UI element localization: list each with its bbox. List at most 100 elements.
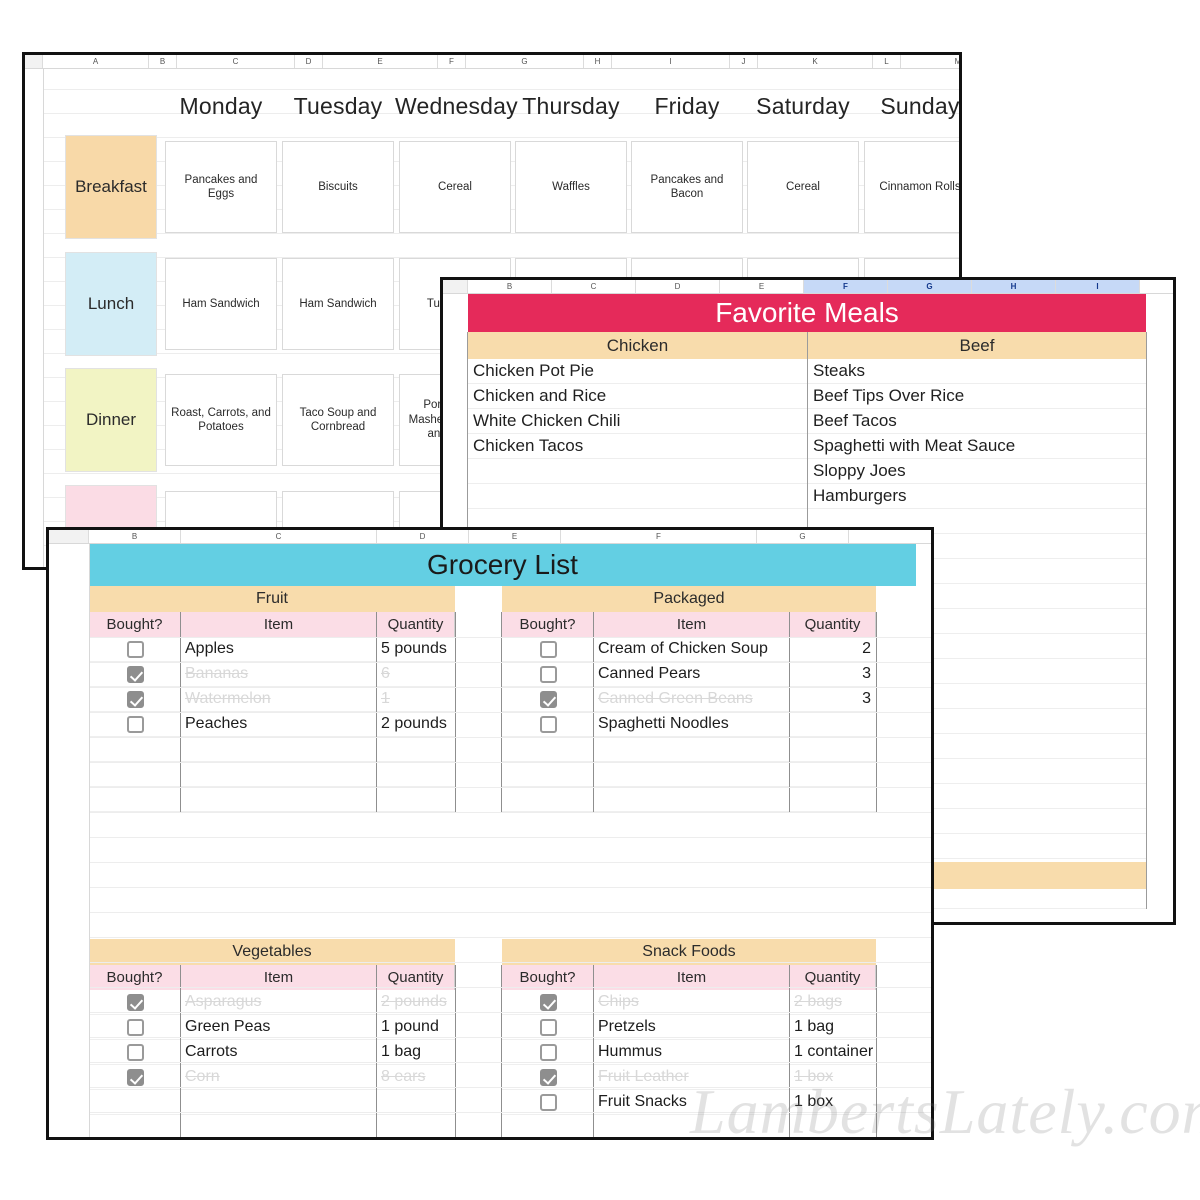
grocery-quantity-cell[interactable]: 3 bbox=[790, 687, 876, 712]
planner-cell-breakfast-monday[interactable]: Pancakes and Eggs bbox=[165, 141, 277, 233]
favorites-item-beef[interactable]: Sloppy Joes bbox=[808, 459, 1146, 484]
column-header-d[interactable]: D bbox=[295, 55, 323, 68]
grocery-quantity-cell[interactable] bbox=[790, 712, 876, 737]
grocery-quantity-cell[interactable] bbox=[377, 787, 455, 812]
column-header-e[interactable]: E bbox=[720, 280, 804, 293]
column-header-b[interactable]: B bbox=[149, 55, 177, 68]
checkbox-unchecked[interactable] bbox=[539, 640, 557, 658]
column-header-h[interactable]: H bbox=[972, 280, 1056, 293]
grocery-item-cell[interactable]: Cream of Chicken Soup bbox=[594, 637, 790, 662]
column-header-f[interactable]: F bbox=[561, 530, 757, 543]
grocery-item-cell[interactable]: Peaches bbox=[181, 712, 377, 737]
grocery-quantity-cell[interactable]: 2 pounds bbox=[377, 712, 455, 737]
checkbox-unchecked[interactable] bbox=[539, 1093, 557, 1111]
column-header-j[interactable]: J bbox=[730, 55, 758, 68]
favorites-column-headers[interactable]: BCDEFGHI bbox=[443, 280, 1173, 294]
column-header-d[interactable]: D bbox=[377, 530, 469, 543]
planner-cell-dinner-tuesday[interactable]: Taco Soup and Cornbread bbox=[282, 374, 394, 466]
planner-column-headers[interactable]: ABCDEFGHIJKLMNOP bbox=[25, 55, 959, 69]
checkbox-checked[interactable] bbox=[126, 1068, 144, 1086]
grocery-quantity-cell[interactable] bbox=[790, 762, 876, 787]
grocery-item-cell[interactable] bbox=[594, 762, 790, 787]
column-header-d[interactable]: D bbox=[636, 280, 720, 293]
checkbox-checked[interactable] bbox=[539, 1068, 557, 1086]
favorites-empty-row[interactable] bbox=[468, 459, 807, 484]
grocery-item-cell[interactable]: Watermelon bbox=[181, 687, 377, 712]
checkbox-unchecked[interactable] bbox=[126, 1043, 144, 1061]
checkbox-checked[interactable] bbox=[126, 665, 144, 683]
checkbox-unchecked[interactable] bbox=[539, 1043, 557, 1061]
grocery-quantity-cell[interactable] bbox=[790, 787, 876, 812]
column-header-h[interactable]: H bbox=[584, 55, 612, 68]
column-header-b[interactable]: B bbox=[468, 280, 552, 293]
grocery-item-cell[interactable] bbox=[594, 737, 790, 762]
column-header-g[interactable]: G bbox=[466, 55, 584, 68]
column-header-e[interactable]: E bbox=[469, 530, 561, 543]
grocery-column-headers[interactable]: BCDEFG bbox=[49, 530, 931, 544]
favorites-item-beef[interactable]: Hamburgers bbox=[808, 484, 1146, 509]
grocery-quantity-cell[interactable]: 1 bbox=[377, 687, 455, 712]
checkbox-checked[interactable] bbox=[126, 993, 144, 1011]
grocery-item-cell[interactable]: Spaghetti Noodles bbox=[594, 712, 790, 737]
planner-cell-breakfast-tuesday[interactable]: Biscuits bbox=[282, 141, 394, 233]
column-header-b[interactable]: B bbox=[89, 530, 181, 543]
favorites-item-chicken[interactable]: Chicken Pot Pie bbox=[468, 359, 807, 384]
column-header-c[interactable]: C bbox=[181, 530, 377, 543]
favorites-item-beef[interactable]: Beef Tips Over Rice bbox=[808, 384, 1146, 409]
planner-cell-breakfast-saturday[interactable]: Cereal bbox=[747, 141, 859, 233]
favorites-item-beef[interactable]: Steaks bbox=[808, 359, 1146, 384]
planner-cell-breakfast-sunday[interactable]: Cinnamon Rolls bbox=[864, 141, 959, 233]
checkbox-unchecked[interactable] bbox=[126, 1018, 144, 1036]
grocery-item-cell[interactable]: Apples bbox=[181, 637, 377, 662]
column-header-i[interactable]: I bbox=[612, 55, 730, 68]
column-header-l[interactable]: L bbox=[873, 55, 901, 68]
grocery-item-cell[interactable]: Canned Pears bbox=[594, 662, 790, 687]
planner-cell-breakfast-wednesday[interactable]: Cereal bbox=[399, 141, 511, 233]
grocery-quantity-cell[interactable]: 3 bbox=[790, 662, 876, 687]
column-header-k[interactable]: K bbox=[758, 55, 873, 68]
checkbox-unchecked[interactable] bbox=[126, 715, 144, 733]
checkbox-checked[interactable] bbox=[126, 690, 144, 708]
checkbox-unchecked[interactable] bbox=[539, 1018, 557, 1036]
grocery-item-cell[interactable] bbox=[181, 737, 377, 762]
grocery-quantity-cell[interactable] bbox=[377, 762, 455, 787]
column-header-g[interactable]: G bbox=[888, 280, 972, 293]
favorites-item-chicken[interactable]: White Chicken Chili bbox=[468, 409, 807, 434]
checkbox-checked[interactable] bbox=[539, 993, 557, 1011]
planner-cell-dinner-monday[interactable]: Roast, Carrots, and Potatoes bbox=[165, 374, 277, 466]
grocery-quantity-cell[interactable]: 6 bbox=[377, 662, 455, 687]
favorites-item-beef[interactable]: Beef Tacos bbox=[808, 409, 1146, 434]
column-header-g[interactable]: G bbox=[757, 530, 849, 543]
checkbox-checked[interactable] bbox=[539, 690, 557, 708]
checkbox-unchecked[interactable] bbox=[539, 665, 557, 683]
planner-cell-breakfast-friday[interactable]: Pancakes and Bacon bbox=[631, 141, 743, 233]
grocery-quantity-cell[interactable] bbox=[377, 737, 455, 762]
grocery-quantity-cell[interactable]: 5 pounds bbox=[377, 637, 455, 662]
column-header-i[interactable]: I bbox=[1056, 280, 1140, 293]
planner-cell-lunch-tuesday[interactable]: Ham Sandwich bbox=[282, 258, 394, 350]
column-header-f[interactable]: F bbox=[438, 55, 466, 68]
grocery-item-cell[interactable]: Canned Green Beans bbox=[594, 687, 790, 712]
grocery-cell-divider bbox=[455, 965, 456, 1137]
column-header-m[interactable]: M bbox=[901, 55, 959, 68]
column-header-c[interactable]: C bbox=[177, 55, 295, 68]
favorites-item-chicken[interactable]: Chicken and Rice bbox=[468, 384, 807, 409]
grocery-item-cell[interactable] bbox=[594, 787, 790, 812]
planner-cell-lunch-monday[interactable]: Ham Sandwich bbox=[165, 258, 277, 350]
planner-cell-breakfast-thursday[interactable]: Waffles bbox=[515, 141, 627, 233]
grocery-item-cell[interactable] bbox=[181, 787, 377, 812]
grocery-item-cell[interactable] bbox=[181, 762, 377, 787]
grocery-list-window[interactable]: BCDEFG Grocery List Fruit Bought? Item Quan… bbox=[46, 527, 934, 1140]
grocery-quantity-cell[interactable]: 2 bbox=[790, 637, 876, 662]
column-header-e[interactable]: E bbox=[323, 55, 438, 68]
favorites-empty-row[interactable] bbox=[468, 484, 807, 509]
column-header-c[interactable]: C bbox=[552, 280, 636, 293]
favorites-item-beef[interactable]: Spaghetti with Meat Sauce bbox=[808, 434, 1146, 459]
column-header-a[interactable]: A bbox=[43, 55, 149, 68]
checkbox-unchecked[interactable] bbox=[126, 640, 144, 658]
grocery-item-cell[interactable]: Bananas bbox=[181, 662, 377, 687]
favorites-item-chicken[interactable]: Chicken Tacos bbox=[468, 434, 807, 459]
grocery-quantity-cell[interactable] bbox=[790, 737, 876, 762]
column-header-f[interactable]: F bbox=[804, 280, 888, 293]
checkbox-unchecked[interactable] bbox=[539, 715, 557, 733]
